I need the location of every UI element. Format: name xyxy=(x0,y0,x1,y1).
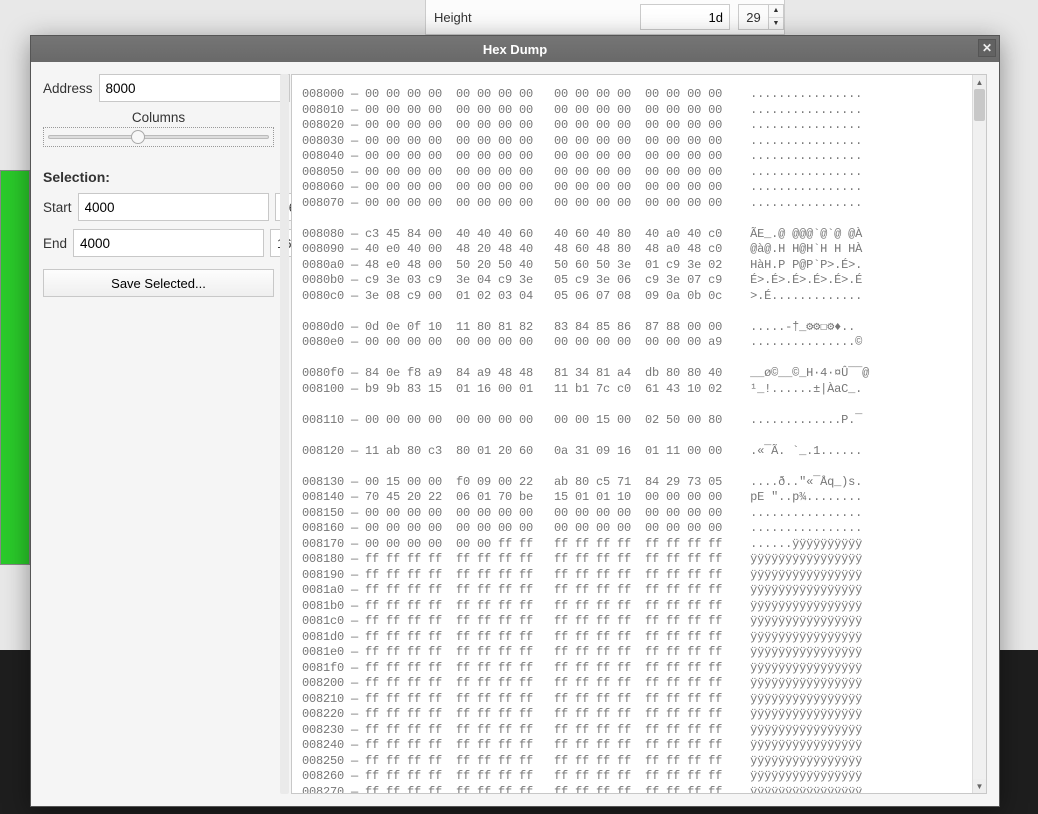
address-label: Address xyxy=(43,81,93,96)
dialog-title: Hex Dump xyxy=(483,42,547,57)
start-hex-input[interactable] xyxy=(78,193,269,221)
columns-slider[interactable] xyxy=(43,127,274,147)
hex-content[interactable]: 008000 — 00 00 00 00 00 00 00 00 00 00 0… xyxy=(292,75,972,793)
hex-pane: 008000 — 00 00 00 00 00 00 00 00 00 00 0… xyxy=(291,74,987,794)
address-hex-input[interactable] xyxy=(99,74,290,102)
end-hex-input[interactable] xyxy=(73,229,264,257)
dialog-titlebar[interactable]: Hex Dump ✕ xyxy=(31,36,999,62)
end-label: End xyxy=(43,236,67,251)
slider-track xyxy=(48,135,269,139)
start-label: Start xyxy=(43,200,72,215)
left-panel: Address 32768 ▲ ▼ Columns Selection: Sta xyxy=(43,74,278,794)
scrollbar-down-icon[interactable]: ▼ xyxy=(973,779,986,793)
height-spin[interactable]: 29 ▲ ▼ xyxy=(738,4,784,30)
slider-thumb[interactable] xyxy=(131,130,145,144)
hex-dump-dialog: Hex Dump ✕ Address 32768 ▲ ▼ Columns xyxy=(30,35,1000,807)
selection-header: Selection: xyxy=(43,169,274,185)
columns-label: Columns xyxy=(43,110,274,125)
height-label: Height xyxy=(434,10,632,25)
scrollbar-thumb[interactable] xyxy=(974,89,985,121)
close-icon: ✕ xyxy=(982,41,992,55)
height-spin-value[interactable]: 29 xyxy=(738,4,768,30)
scrollbar-up-icon[interactable]: ▲ xyxy=(973,75,986,89)
save-selected-button[interactable]: Save Selected... xyxy=(43,269,274,297)
height-hex-input[interactable] xyxy=(640,4,730,30)
close-button[interactable]: ✕ xyxy=(978,39,996,57)
splitter[interactable] xyxy=(280,74,289,794)
chevron-up-icon[interactable]: ▲ xyxy=(769,5,783,18)
bg-green-panel xyxy=(0,170,30,565)
chevron-down-icon[interactable]: ▼ xyxy=(769,18,783,30)
vertical-scrollbar[interactable]: ▲ ▼ xyxy=(972,75,986,793)
bg-top-panel: Height 29 ▲ ▼ xyxy=(425,0,785,35)
